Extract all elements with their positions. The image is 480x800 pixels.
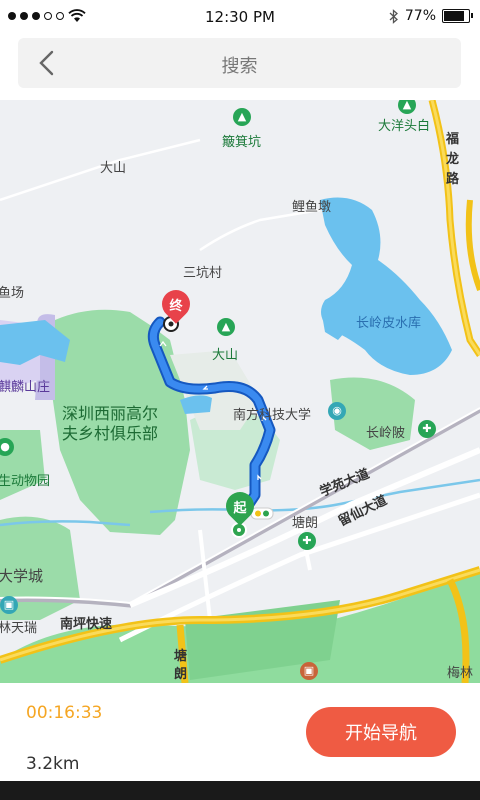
mountain-icon: ▲ (233, 108, 251, 126)
map-label: 大学城 (0, 567, 44, 585)
mountain-icon: ▲ (217, 318, 235, 336)
road-label: 塘朗 (174, 649, 188, 682)
metro-station-icon: ✚ (298, 532, 316, 550)
map-label: 大山 (212, 348, 239, 363)
road-label: 福龙路 (446, 132, 460, 187)
battery-icon (442, 9, 473, 23)
map-label: 夫乡村俱乐部 (62, 424, 159, 443)
map-label: 深圳西丽高尔 (62, 404, 159, 423)
start-navigation-button[interactable]: 开始导航 (306, 707, 456, 757)
map-label: 大山 (100, 161, 127, 176)
map-label: 鲤鱼墩 (292, 200, 332, 215)
search-header: 搜索 (0, 34, 480, 100)
map-label: 林天瑞 (0, 621, 38, 636)
map-label: 簸箕坑 (222, 135, 262, 150)
landmark-icon: ▣ (300, 662, 318, 680)
battery-percent: 77% (404, 8, 436, 24)
home-indicator-bar (0, 781, 480, 800)
search-bar[interactable]: 搜索 (18, 38, 461, 88)
school-icon: ◉ (328, 402, 346, 420)
route-summary-panel: 00:16:33 3.2km 开始导航 (0, 683, 480, 781)
route-distance: 3.2km (26, 754, 80, 774)
route-duration: 00:16:33 (26, 703, 103, 723)
park-icon: ✚ (418, 420, 436, 438)
bluetooth-icon (389, 8, 398, 24)
map-label: 生动物园 (0, 474, 51, 489)
road-label: 南坪快速 (60, 617, 113, 632)
map-label: 长岭皮水库 (356, 316, 422, 331)
map-canvas (0, 100, 480, 683)
map-view[interactable]: 终 起 ▲ ▲ ▲ ◉ ✚ ● ✚ ▣ ▣ 大山 簸箕坑 大洋头白 福龙路 鲤鱼… (0, 100, 480, 683)
map-label: 梅林 (447, 666, 474, 681)
map-label: 大洋头白 (378, 119, 431, 134)
map-label: 塘朗 (292, 516, 319, 531)
map-label: 鱼场 (0, 286, 25, 301)
search-title: 搜索 (221, 56, 258, 77)
map-label: 三坑村 (183, 266, 223, 281)
map-label: 麒麟山庄 (0, 380, 51, 395)
map-label: 长岭陂 (366, 426, 406, 441)
map-label: 南方科技大学 (233, 408, 312, 423)
building-icon: ▣ (0, 596, 18, 614)
status-bar: 12:30 PM 77% (0, 0, 480, 34)
